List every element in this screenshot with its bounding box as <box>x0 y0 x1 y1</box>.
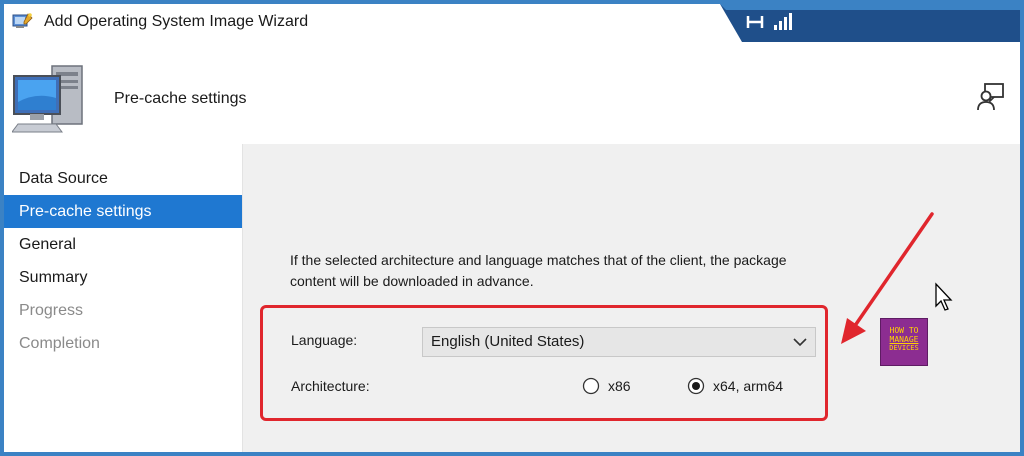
nav-item-data-source[interactable]: Data Source <box>4 162 242 195</box>
radio-unselected-icon[interactable] <box>582 377 600 395</box>
system-tray <box>720 4 1020 42</box>
description-text: If the selected architecture and languag… <box>290 250 890 292</box>
mouse-cursor-icon <box>935 282 953 311</box>
window-title: Add Operating System Image Wizard <box>44 13 309 30</box>
radio-selected-icon[interactable] <box>687 377 705 395</box>
language-label: Language: <box>291 332 358 348</box>
title-bar: Add Operating System Image Wizard <box>4 4 1020 42</box>
language-dropdown[interactable]: English (United States) <box>422 327 816 357</box>
logo-line-1: HOW TO <box>889 326 919 335</box>
radio-x64-arm64-label[interactable]: x64, arm64 <box>713 378 783 394</box>
pre-cache-settings-panel: If the selected architecture and languag… <box>243 144 1020 452</box>
description-line-2: content will be downloaded in advance. <box>290 273 534 289</box>
how-to-manage-devices-logo: HOW TO MANAGE DEVICES <box>880 318 928 366</box>
language-selected-value: English (United States) <box>431 333 585 350</box>
radio-x86-label[interactable]: x86 <box>608 378 631 394</box>
logo-line-2: MANAGE <box>889 335 919 344</box>
nav-item-general[interactable]: General <box>4 228 242 261</box>
nav-item-completion: Completion <box>19 335 100 352</box>
wizard-window: Add Operating System Image Wizard Pre-ca… <box>4 4 1020 452</box>
highlight-box <box>260 305 828 421</box>
network-icon <box>744 14 766 30</box>
logo-line-3: DEVICES <box>889 344 919 352</box>
nav-item-summary[interactable]: Summary <box>4 261 242 294</box>
chevron-down-icon <box>793 338 807 347</box>
wizard-navigation: Data Source Pre-cache settings General S… <box>4 144 243 452</box>
page-heading: Pre-cache settings <box>114 90 247 107</box>
wizard-header: Pre-cache settings <box>4 42 1020 144</box>
description-line-1: If the selected architecture and languag… <box>290 252 787 268</box>
architecture-label: Architecture: <box>291 378 370 394</box>
help-feedback-icon[interactable] <box>976 82 1006 112</box>
computer-icon <box>12 65 83 133</box>
nav-item-pre-cache-settings[interactable]: Pre-cache settings <box>4 195 242 228</box>
wizard-icon <box>12 13 33 28</box>
nav-item-progress: Progress <box>19 302 84 319</box>
